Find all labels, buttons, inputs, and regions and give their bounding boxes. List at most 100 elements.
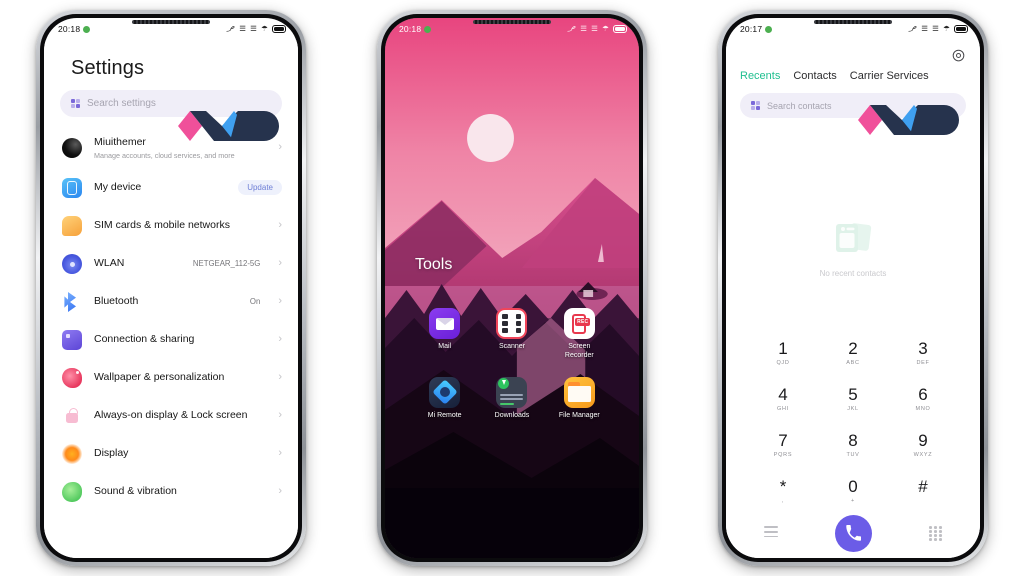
settings-screen: 20:18 𐋲 ☰ ☰ ☂ Settings Search settings M… xyxy=(44,18,298,558)
tab-carrier-services[interactable]: Carrier Services xyxy=(850,70,929,82)
item-label: Connection & sharing xyxy=(94,333,195,346)
dialer-phone: 20:17 𐋲 ☰ ☰ ☂ Recents Contacts Carrier S… xyxy=(718,10,988,566)
home-container: 20:18 𐋲 ☰ ☰ ☂ Tools Mail Scanner REC Scr… xyxy=(385,18,639,558)
screenshot-canvas: 20:18 𐋲 ☰ ☰ ☂ Settings Search settings M… xyxy=(0,0,1024,576)
status-bar-right: 𐋲 ☰ ☰ ☂ xyxy=(229,25,286,33)
status-indicator-dot xyxy=(765,25,773,33)
key-number: 4 xyxy=(778,385,788,404)
phone-bezel: 20:18 𐋲 ☰ ☰ ☂ Tools Mail Scanner REC Scr… xyxy=(381,14,643,562)
item-subtitle: Manage accounts, cloud services, and mor… xyxy=(94,150,235,160)
app-label: Screen Recorder xyxy=(564,343,594,359)
app-scanner[interactable]: Scanner xyxy=(478,308,545,361)
key-letters: WXYZ xyxy=(913,452,933,458)
wifi-icon: ☂ xyxy=(943,24,950,34)
keypad-grid: 1 QJD 2 ABC 3 DEF 4 GHI 5 JKL 6 MNO 7 PQ… xyxy=(748,333,958,512)
chevron-right-icon: › xyxy=(278,257,282,270)
chevron-right-icon: › xyxy=(278,141,282,154)
home-screen: 20:18 𐋲 ☰ ☰ ☂ Tools Mail Scanner REC Scr… xyxy=(385,18,639,558)
item-value: NETGEAR_112-5G xyxy=(192,259,261,269)
mi-remote-icon xyxy=(429,376,461,408)
app-screen-recorder[interactable]: REC Screen Recorder xyxy=(546,308,613,361)
sidebar-item-display[interactable]: Display › xyxy=(58,435,284,473)
app-file-manager[interactable]: File Manager xyxy=(546,376,613,421)
key-letters: DEF xyxy=(916,360,930,366)
settings-list: Miuithemer Manage accounts, cloud servic… xyxy=(58,127,284,511)
chevron-right-icon: › xyxy=(278,447,282,460)
menu-icon[interactable] xyxy=(764,526,778,540)
key-2[interactable]: 2 ABC xyxy=(818,333,888,374)
earpiece-speaker xyxy=(814,20,892,24)
key-6[interactable]: 6 MNO xyxy=(888,379,958,420)
keypad-icon[interactable] xyxy=(929,526,942,541)
key-number: 1 xyxy=(778,339,788,358)
grid-icon xyxy=(751,101,760,110)
item-label: My device xyxy=(94,181,142,194)
tab-recents[interactable]: Recents xyxy=(740,70,780,82)
search-input[interactable]: Search settings xyxy=(60,90,282,117)
folder-title: Tools xyxy=(415,256,453,273)
sidebar-item-sound[interactable]: Sound & vibration › xyxy=(58,473,284,511)
key-letters: MNO xyxy=(915,406,931,412)
tab-bar: Recents Contacts Carrier Services xyxy=(726,40,980,82)
item-label: Miuithemer xyxy=(94,136,146,148)
item-label: SIM cards & mobile networks xyxy=(94,219,230,232)
status-bar-right: 𐋲 ☰ ☰ ☂ xyxy=(911,25,968,33)
key-number: 0 xyxy=(848,477,858,496)
status-indicator-dot xyxy=(83,25,91,33)
downloads-icon xyxy=(496,376,528,408)
gear-icon[interactable] xyxy=(951,48,966,68)
chevron-right-icon: › xyxy=(278,295,282,308)
sidebar-item-my-device[interactable]: My device Update xyxy=(58,169,284,207)
dialer-screen: 20:17 𐋲 ☰ ☰ ☂ Recents Contacts Carrier S… xyxy=(726,18,980,558)
key-star[interactable]: * , xyxy=(748,471,818,512)
chevron-right-icon: › xyxy=(278,371,282,384)
key-7[interactable]: 7 PQRS xyxy=(748,425,818,466)
battery-icon xyxy=(613,25,627,33)
signal-icon: ☰ xyxy=(921,24,929,34)
app-mi-remote[interactable]: Mi Remote xyxy=(411,376,478,421)
key-number: 2 xyxy=(848,339,858,358)
sidebar-item-wallpaper[interactable]: Wallpaper & personalization › xyxy=(58,359,284,397)
scanner-icon xyxy=(496,308,528,339)
tab-contacts[interactable]: Contacts xyxy=(793,70,836,82)
status-bar-left: 20:18 xyxy=(58,24,91,34)
sidebar-item-bluetooth[interactable]: Bluetooth On › xyxy=(58,283,284,321)
key-3[interactable]: 3 DEF xyxy=(888,333,958,374)
key-4[interactable]: 4 GHI xyxy=(748,379,818,420)
battery-icon xyxy=(954,25,968,33)
app-downloads[interactable]: Downloads xyxy=(478,376,545,421)
status-badge[interactable]: Update xyxy=(238,180,282,196)
search-contacts-input[interactable]: Search contacts xyxy=(740,93,966,118)
screen-recorder-icon: REC xyxy=(563,308,595,339)
item-label: Sound & vibration xyxy=(94,485,177,498)
app-mail[interactable]: Mail xyxy=(411,308,478,361)
signal-icon: ☰ xyxy=(580,24,588,34)
dialer-body: Recents Contacts Carrier Services Search… xyxy=(726,40,980,558)
key-1[interactable]: 1 QJD xyxy=(748,333,818,374)
key-letters: , xyxy=(781,498,785,504)
connection-sharing-icon xyxy=(62,329,82,350)
wallpaper-icon xyxy=(62,367,82,388)
empty-state-text: No recent contacts xyxy=(819,269,887,278)
key-number: 9 xyxy=(918,431,928,450)
home-screen-phone: 20:18 𐋲 ☰ ☰ ☂ Tools Mail Scanner REC Scr… xyxy=(377,10,647,566)
key-5[interactable]: 5 JKL xyxy=(818,379,888,420)
battery-icon xyxy=(272,25,286,33)
sidebar-item-account[interactable]: Miuithemer Manage accounts, cloud servic… xyxy=(58,127,284,169)
key-hash[interactable]: # xyxy=(888,471,958,512)
display-icon xyxy=(62,443,82,464)
key-number: # xyxy=(918,477,928,496)
sidebar-item-sim-cards[interactable]: SIM cards & mobile networks › xyxy=(58,207,284,245)
sidebar-item-connection-sharing[interactable]: Connection & sharing › xyxy=(58,321,284,359)
key-letters: + xyxy=(851,498,855,504)
key-8[interactable]: 8 TUV xyxy=(818,425,888,466)
sidebar-item-wlan[interactable]: WLAN NETGEAR_112-5G › xyxy=(58,245,284,283)
bluetooth-icon: 𐋲 xyxy=(229,24,236,34)
call-button[interactable] xyxy=(835,515,872,552)
sound-icon xyxy=(62,481,82,502)
sidebar-item-lock-screen[interactable]: Always-on display & Lock screen › xyxy=(58,397,284,435)
key-9[interactable]: 9 WXYZ xyxy=(888,425,958,466)
key-number: 5 xyxy=(848,385,858,404)
key-0[interactable]: 0 + xyxy=(818,471,888,512)
status-time: 20:18 xyxy=(399,24,422,34)
